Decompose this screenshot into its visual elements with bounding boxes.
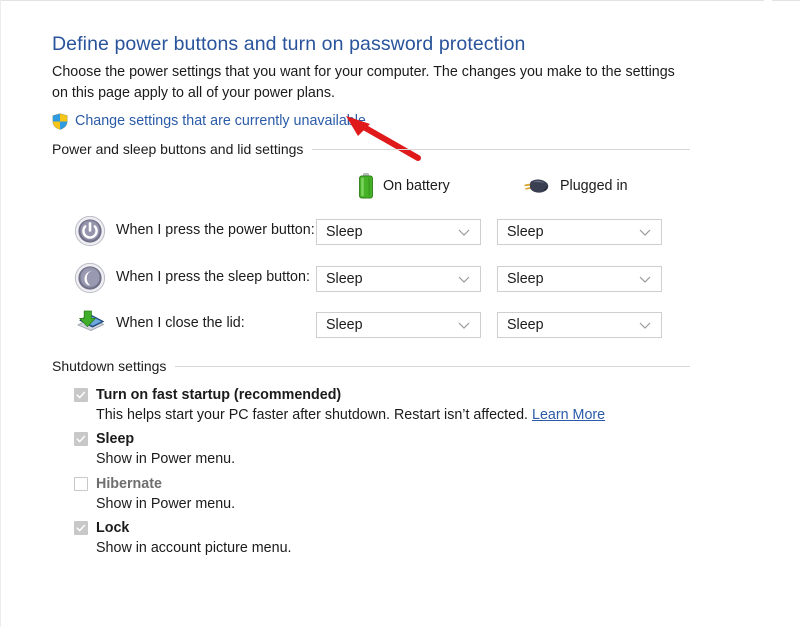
group-header-power-sleep: Power and sleep buttons and lid settings [52,141,690,157]
setting-row-power-button: When I press the power button: Sleep Sle… [0,215,800,249]
dropdown-value: Sleep [326,224,363,240]
checkbox-description-lock: Show in account picture menu. [96,540,292,556]
checkbox-label-lock: Lock [96,520,130,536]
chevron-down-icon [639,276,651,283]
window-top-border-left [0,0,764,1]
chevron-down-icon [639,322,651,329]
setting-row-close-lid: When I close the lid: Sleep Sleep [0,308,800,342]
sleep-button-icon [74,262,106,294]
chevron-down-icon [458,229,470,236]
checkbox-label-hibernate: Hibernate [96,476,162,492]
window-top-border-right [772,0,800,1]
dropdown-value: Sleep [507,317,544,333]
checkbox-label-fast-startup: Turn on fast startup (recommended) [96,387,342,403]
checkbox-hibernate[interactable] [74,477,88,491]
checkbox-item-lock: Lock Show in account picture menu. [74,519,694,556]
group-header-power-sleep-label: Power and sleep buttons and lid settings [52,141,304,157]
checkbox-row[interactable]: Lock [74,519,694,537]
setting-label-close-lid: When I close the lid: [116,315,245,331]
checkbox-item-fast-startup: Turn on fast startup (recommended) This … [74,386,694,423]
checkbox-fast-startup[interactable] [74,388,88,402]
dropdown-power-button-on-battery[interactable]: Sleep [316,219,481,245]
shield-icon [52,112,68,130]
checkbox-row[interactable]: Turn on fast startup (recommended) [74,386,694,404]
setting-label-sleep-button: When I press the sleep button: [116,269,310,285]
learn-more-link[interactable]: Learn More [532,407,605,423]
change-settings-link-row[interactable]: Change settings that are currently unava… [52,111,366,131]
plug-icon [523,175,551,197]
dropdown-value: Sleep [326,271,363,287]
page-description: Choose the power settings that you want … [52,64,675,101]
checkbox-description-fast-startup: This helps start your PC faster after sh… [96,407,694,423]
dropdown-close-lid-on-battery[interactable]: Sleep [316,312,481,338]
checkbox-row[interactable]: Hibernate [74,475,694,493]
checkbox-description-sleep: Show in Power menu. [96,451,236,467]
dropdown-value: Sleep [507,271,544,287]
setting-label-power-button: When I press the power button: [116,222,315,238]
dropdown-close-lid-plugged-in[interactable]: Sleep [497,312,662,338]
column-header-on-battery: On battery [358,172,450,200]
battery-icon [358,173,374,199]
group-header-shutdown-label: Shutdown settings [52,358,167,374]
dropdown-power-button-plugged-in[interactable]: Sleep [497,219,662,245]
dropdown-sleep-button-on-battery[interactable]: Sleep [316,266,481,292]
checkbox-item-hibernate: Hibernate Show in Power menu. [74,475,694,512]
description-text: This helps start your PC faster after sh… [96,407,532,423]
chevron-down-icon [639,229,651,236]
chevron-down-icon [458,276,470,283]
column-header-plugged-in-label: Plugged in [560,178,628,194]
checkbox-row[interactable]: Sleep [74,430,694,448]
column-headers: On battery Plugged in [0,172,800,200]
dropdown-value: Sleep [326,317,363,333]
page-title: Define power buttons and turn on passwor… [52,33,526,55]
chevron-down-icon [458,322,470,329]
group-header-shutdown: Shutdown settings [52,358,690,374]
power-button-icon [74,215,106,247]
dropdown-value: Sleep [507,224,544,240]
column-header-on-battery-label: On battery [383,178,450,194]
checkbox-description-hibernate: Show in Power menu. [96,496,236,512]
checkbox-item-sleep: Sleep Show in Power menu. [74,430,694,467]
power-options-page: Define power buttons and turn on passwor… [0,0,800,627]
checkbox-lock[interactable] [74,521,88,535]
group-header-rule [175,365,690,367]
change-settings-link[interactable]: Change settings that are currently unava… [75,113,366,129]
checkbox-sleep[interactable] [74,432,88,446]
checkbox-label-sleep: Sleep [96,431,135,447]
column-header-plugged-in: Plugged in [523,172,628,200]
setting-row-sleep-button: When I press the sleep button: Sleep Sle… [0,262,800,296]
group-header-rule [312,148,690,150]
close-lid-icon [74,308,106,340]
dropdown-sleep-button-plugged-in[interactable]: Sleep [497,266,662,292]
